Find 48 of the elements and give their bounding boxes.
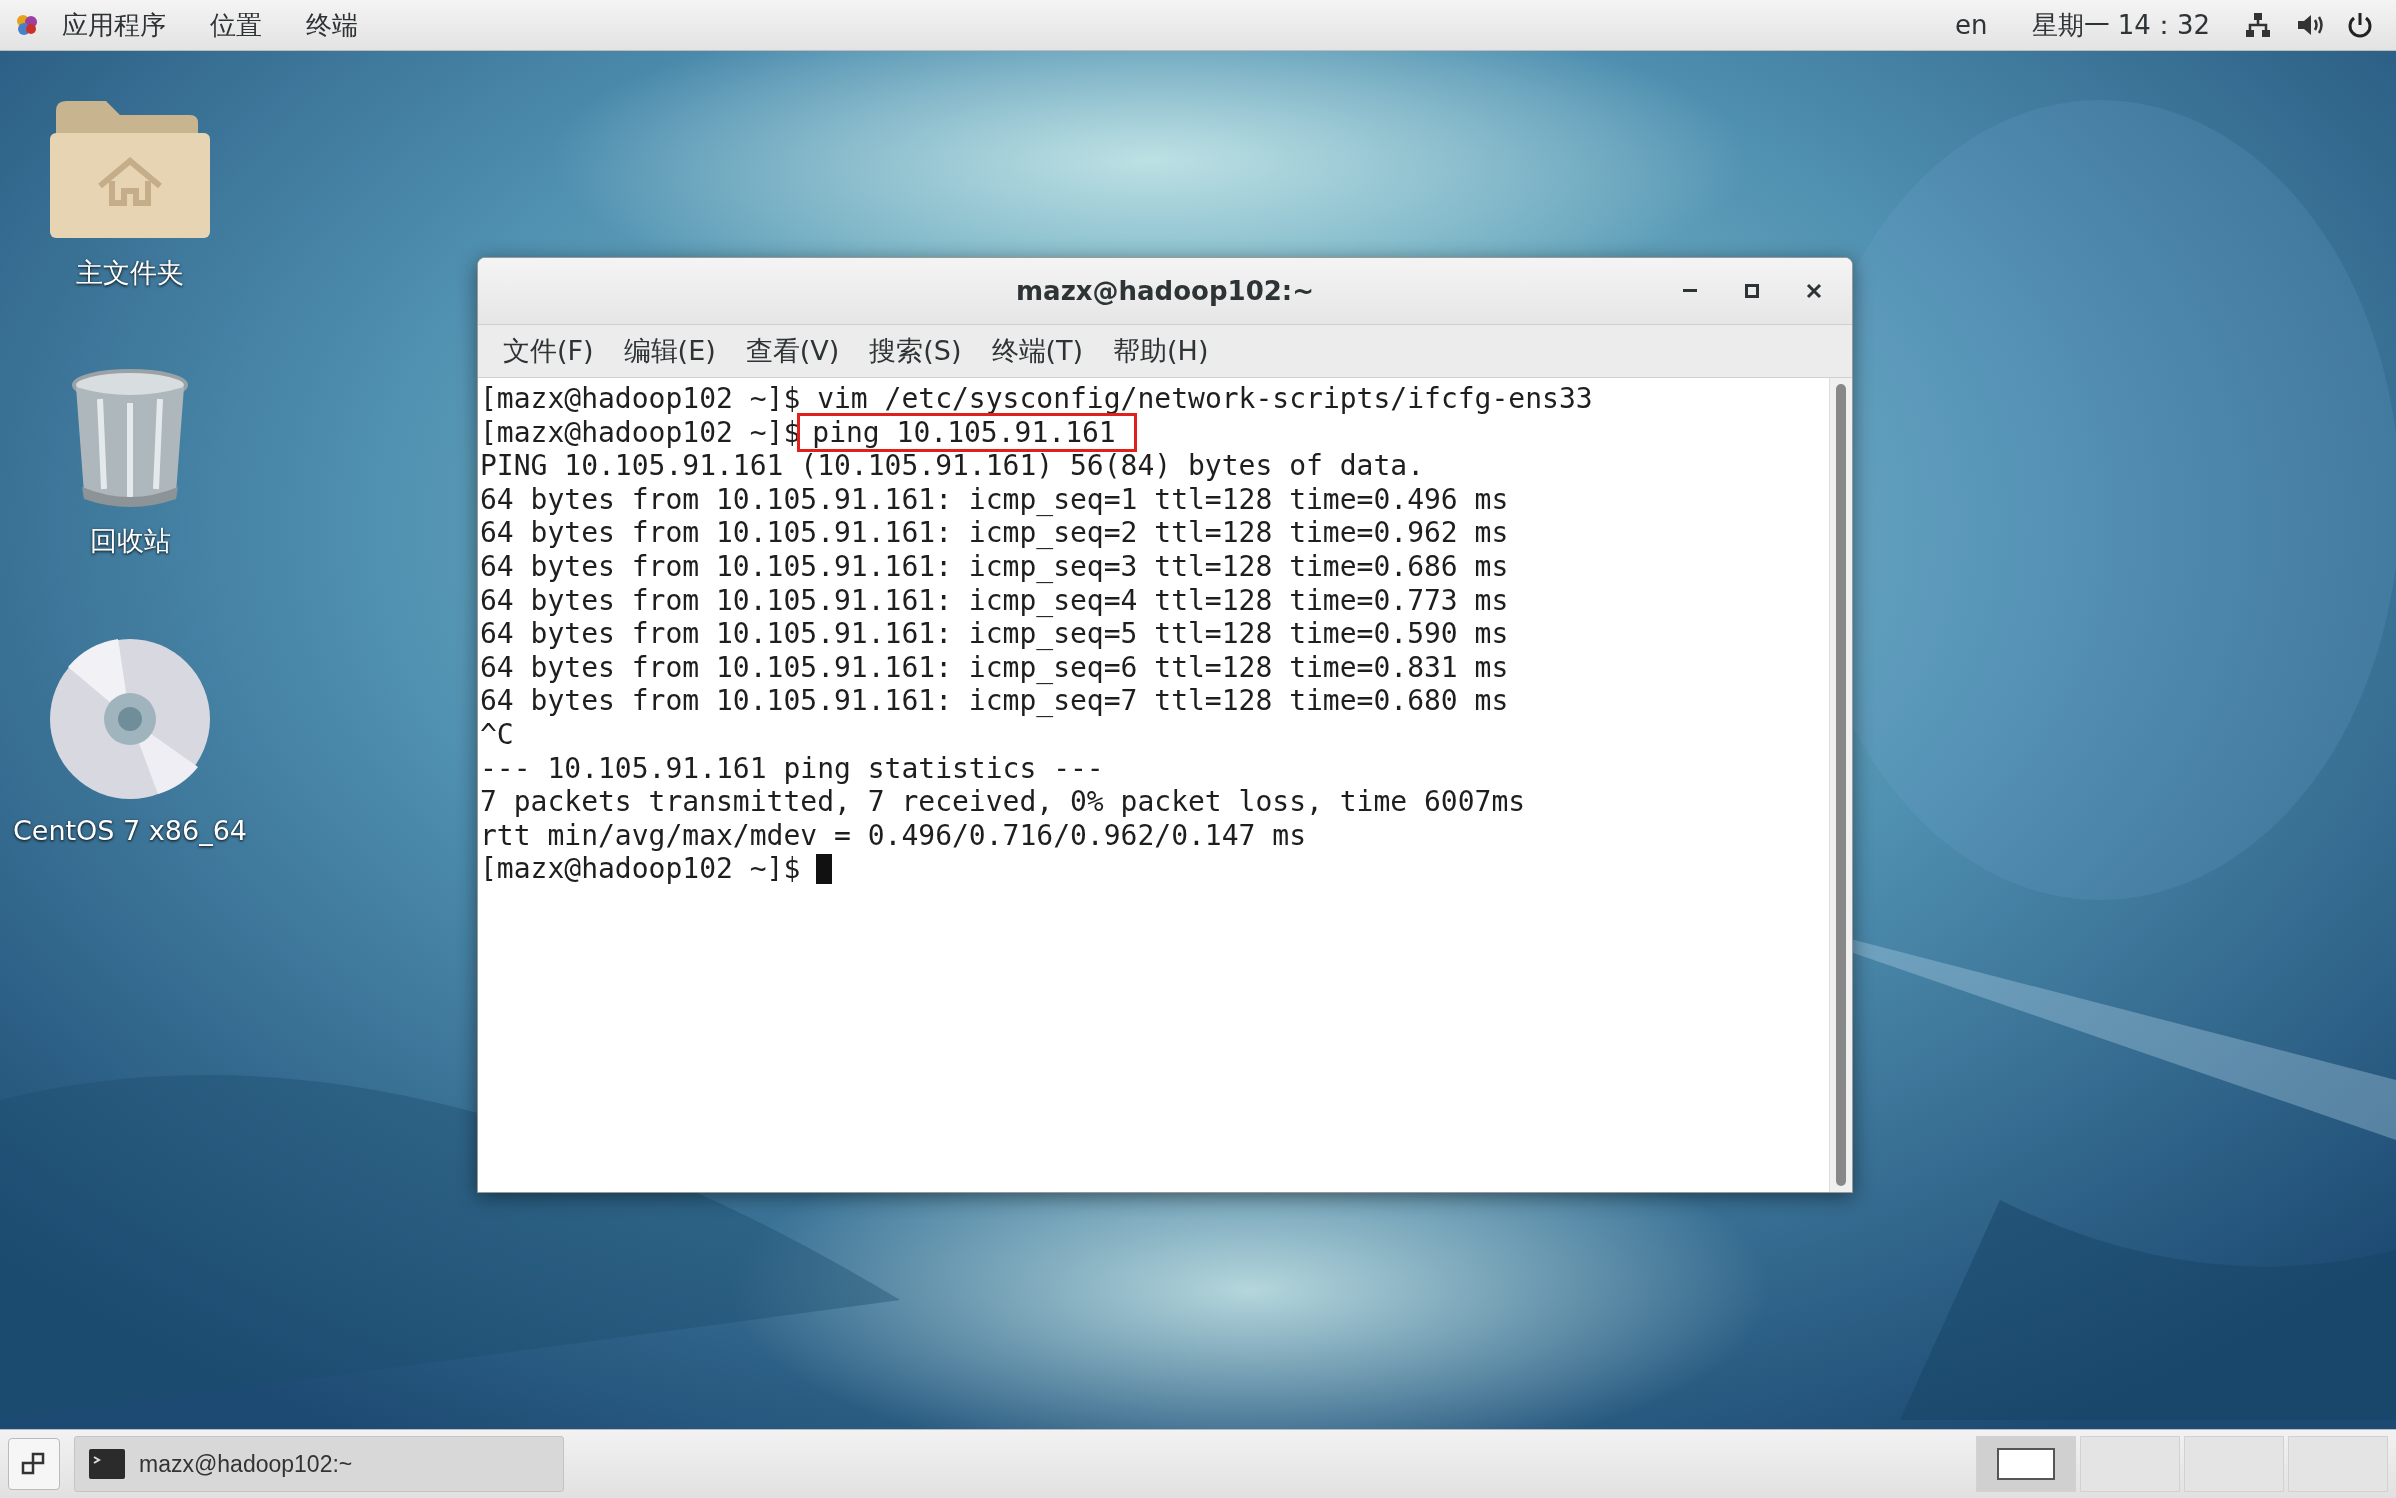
language-indicator[interactable]: en <box>1933 10 2010 40</box>
top-menu-item[interactable]: 应用程序 <box>40 7 188 43</box>
apps-icon[interactable] <box>14 12 40 38</box>
top-menu-item[interactable]: 位置 <box>188 7 284 43</box>
menu-item[interactable]: 终端(T) <box>976 333 1099 369</box>
trash-icon[interactable] <box>70 369 190 509</box>
workspace-button[interactable] <box>1976 1436 2076 1492</box>
close-icon <box>1806 283 1822 299</box>
prompt: [mazx@hadoop102 ~]$ <box>480 382 801 416</box>
clock[interactable]: 星期一 14：32 <box>2009 7 2232 43</box>
desktop-icon-label[interactable]: 回收站 <box>89 523 171 559</box>
output-line: 64 bytes from 10.105.91.161: icmp_seq=4 ttl=128 time=0.773 ms <box>480 583 1509 618</box>
menu-item[interactable]: 帮助(H) <box>1098 333 1224 369</box>
output-line: PING 10.105.91.161 (10.105.91.161) 56(84) bytes of data. <box>480 449 1424 483</box>
scrollbar-thumb[interactable] <box>1836 384 1846 1186</box>
disc-icon[interactable] <box>48 637 212 801</box>
window-thumbnail <box>1997 1448 2055 1480</box>
scrollbar[interactable] <box>1829 378 1852 1192</box>
maximize-icon <box>1745 284 1759 298</box>
output-line: 7 packets transmitted, 7 received, 0% packet loss, time 6007ms <box>480 785 1526 819</box>
output-line: 64 bytes from 10.105.91.161: icmp_seq=5 ttl=128 time=0.590 ms <box>480 617 1509 651</box>
menu-item[interactable]: 编辑(E) <box>608 333 731 369</box>
network-icon[interactable] <box>2244 11 2272 39</box>
output-line: 64 bytes from 10.105.91.161: icmp_seq=7 ttl=128 time=0.680 ms <box>480 684 1509 718</box>
prompt: [mazx@hadoop102 ~]$ <box>480 415 801 450</box>
menu-item[interactable]: 搜索(S) <box>854 333 977 369</box>
desktop-icon-label[interactable]: CentOS 7 x86_64 <box>12 815 248 846</box>
output-line: 64 bytes from 10.105.91.161: icmp_seq=3 ttl=128 time=0.686 ms <box>480 549 1509 584</box>
minimize-icon <box>1683 289 1697 293</box>
output-line: 64 bytes from 10.105.91.161: icmp_seq=1 ttl=128 time=0.496 ms <box>480 482 1509 517</box>
windows-icon <box>21 1451 47 1477</box>
output-line: ^C <box>480 717 514 752</box>
output-line: --- 10.105.91.161 ping statistics --- <box>480 751 1104 786</box>
menu-item[interactable]: 文件(F) <box>488 333 609 369</box>
highlighted-command: ping 10.105.91.161 <box>800 415 1134 450</box>
output-line: rtt min/avg/max/mdev = 0.496/0.716/0.962/0.147 ms <box>480 818 1306 853</box>
output-line: 64 bytes from 10.105.91.161: icmp_seq=6 ttl=128 time=0.831 ms <box>480 650 1509 685</box>
output-line: 64 bytes from 10.105.91.161: icmp_seq=2 ttl=128 time=0.962 ms <box>480 516 1509 550</box>
power-icon[interactable] <box>2346 11 2374 39</box>
terminal-icon <box>89 1449 125 1479</box>
show-desktop-button[interactable] <box>8 1438 60 1490</box>
taskbar-window-button[interactable]: mazx@hadoop102:~ <box>74 1436 564 1492</box>
window-title: mazx@hadoop102:~ <box>1016 276 1314 306</box>
desktop-icon-label[interactable]: 主文件夹 <box>76 255 184 291</box>
command-text: vim /etc/sysconfig/network-scripts/ifcfg-ens33 <box>816 382 1593 416</box>
menu-item[interactable]: 查看(V) <box>730 333 855 369</box>
prompt: [mazx@hadoop102 ~]$ <box>480 852 801 886</box>
top-menu-item[interactable]: 终端 <box>284 7 380 43</box>
